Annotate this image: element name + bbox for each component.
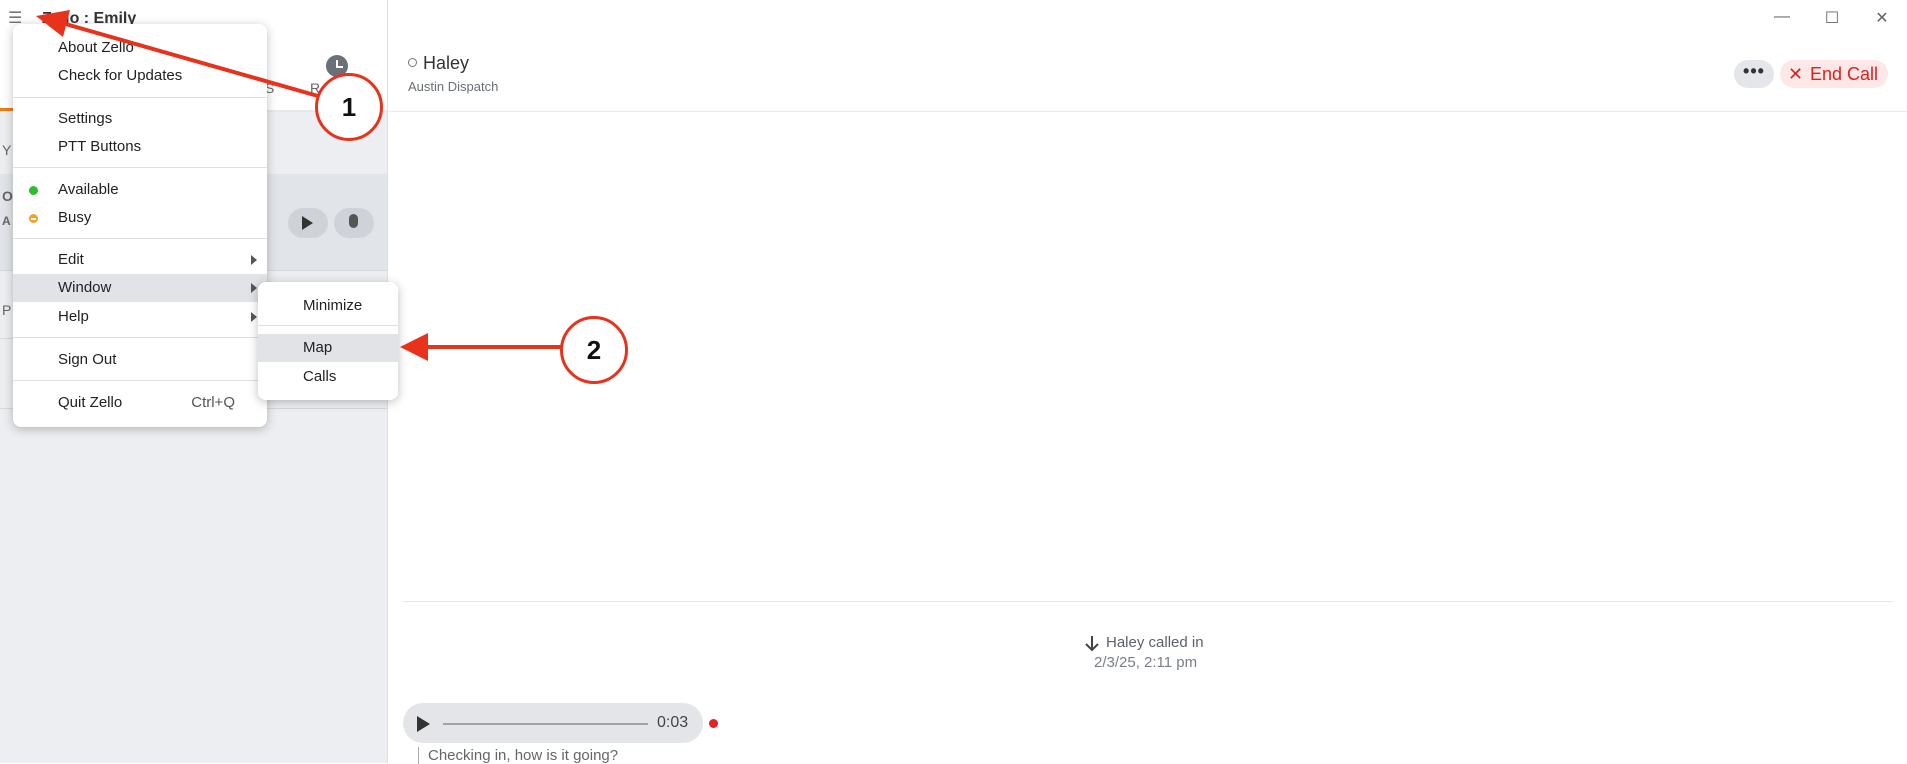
call-event-text: Haley called in — [1106, 634, 1204, 651]
contact-name-fragment: O — [2, 188, 13, 204]
submenu-item-minimize[interactable]: Minimize — [258, 292, 398, 320]
menu-item-label: About Zello — [58, 39, 134, 56]
play-icon[interactable] — [417, 716, 430, 732]
history-divider — [403, 601, 1893, 602]
submenu-item-map[interactable]: Map — [258, 334, 398, 362]
menu-item-label: Settings — [58, 110, 113, 127]
end-call-button[interactable]: ✕ End Call — [1780, 60, 1888, 88]
menu-item-label: Calls — [303, 368, 337, 385]
menu-item-label: Sign Out — [58, 351, 117, 368]
play-button[interactable] — [288, 208, 328, 238]
menu-item-help[interactable]: Help — [13, 303, 267, 331]
conversation-header — [388, 0, 1907, 112]
annotation-callout-1: 1 — [315, 73, 383, 141]
menu-item-available[interactable]: Available — [13, 176, 267, 204]
available-status-icon — [29, 186, 38, 195]
ptt-mic-button[interactable] — [334, 208, 374, 238]
menu-item-label: Window — [58, 279, 112, 296]
minimize-window-icon[interactable]: — — [1770, 8, 1794, 26]
menu-item-label: PTT Buttons — [58, 138, 142, 155]
contact-name: Haley — [423, 53, 470, 73]
section-label-fragment: Y — [2, 142, 12, 158]
microphone-icon — [349, 214, 358, 228]
menu-item-label: Edit — [58, 251, 84, 268]
menu-separator — [13, 167, 267, 168]
menu-separator — [13, 238, 267, 239]
menu-item-label: Quit Zello — [58, 394, 123, 411]
menu-item-label: Available — [58, 181, 119, 198]
busy-status-icon — [29, 214, 38, 223]
menu-item-about[interactable]: About Zello — [13, 34, 267, 62]
menu-item-sign-out[interactable]: Sign Out — [13, 346, 267, 374]
contact-sub-fragment: A — [2, 214, 11, 228]
menu-separator — [13, 337, 267, 338]
menu-item-check-updates[interactable]: Check for Updates — [13, 62, 267, 90]
end-call-label: End Call — [1810, 64, 1879, 84]
menu-item-label: Help — [58, 308, 89, 325]
menu-item-label: Check for Updates — [58, 67, 183, 84]
call-timestamp: 2/3/25, 2:11 pm — [1094, 654, 1198, 671]
menu-item-label: Minimize — [303, 297, 363, 314]
submenu-arrow-icon — [251, 255, 257, 265]
menu-separator — [13, 97, 267, 98]
menu-item-busy[interactable]: Busy — [13, 204, 267, 232]
menu-item-edit[interactable]: Edit — [13, 246, 267, 274]
message-duration: 0:03 — [657, 714, 689, 731]
more-options-button[interactable]: ••• — [1734, 60, 1774, 88]
menu-separator — [13, 380, 267, 381]
submenu-arrow-icon — [251, 283, 257, 293]
submenu-arrow-icon — [251, 312, 257, 322]
playback-track[interactable] — [443, 723, 648, 725]
menu-item-quit[interactable]: Quit Zello Ctrl+Q — [13, 389, 267, 417]
annotation-callout-2: 2 — [560, 316, 628, 384]
close-icon: ✕ — [1788, 64, 1804, 84]
menu-item-window[interactable]: Window — [13, 274, 267, 302]
annotation-arrowhead-2 — [400, 333, 428, 361]
play-icon — [302, 216, 313, 230]
unread-dot — [709, 719, 718, 728]
voice-message-player[interactable]: 0:03 — [403, 703, 703, 743]
menu-item-label: Map — [303, 339, 333, 356]
menu-item-ptt-buttons[interactable]: PTT Buttons — [13, 133, 267, 161]
submenu-item-calls[interactable]: Calls — [258, 363, 398, 391]
window-submenu: Minimize Map Calls — [258, 282, 398, 400]
maximize-window-icon[interactable]: ☐ — [1820, 8, 1844, 28]
contact-subtitle: Austin Dispatch — [408, 79, 499, 94]
section-label-fragment: P — [2, 302, 12, 318]
shortcut-label: Ctrl+Q — [191, 394, 235, 411]
message-transcript: Checking in, how is it going? — [418, 747, 618, 764]
presence-status-icon — [408, 58, 417, 67]
menu-item-settings[interactable]: Settings — [13, 105, 267, 133]
app-menu: About Zello Check for Updates Settings P… — [13, 24, 267, 427]
close-window-icon[interactable]: ✕ — [1870, 8, 1894, 28]
menu-separator — [258, 325, 398, 326]
menu-item-label: Busy — [58, 209, 92, 226]
